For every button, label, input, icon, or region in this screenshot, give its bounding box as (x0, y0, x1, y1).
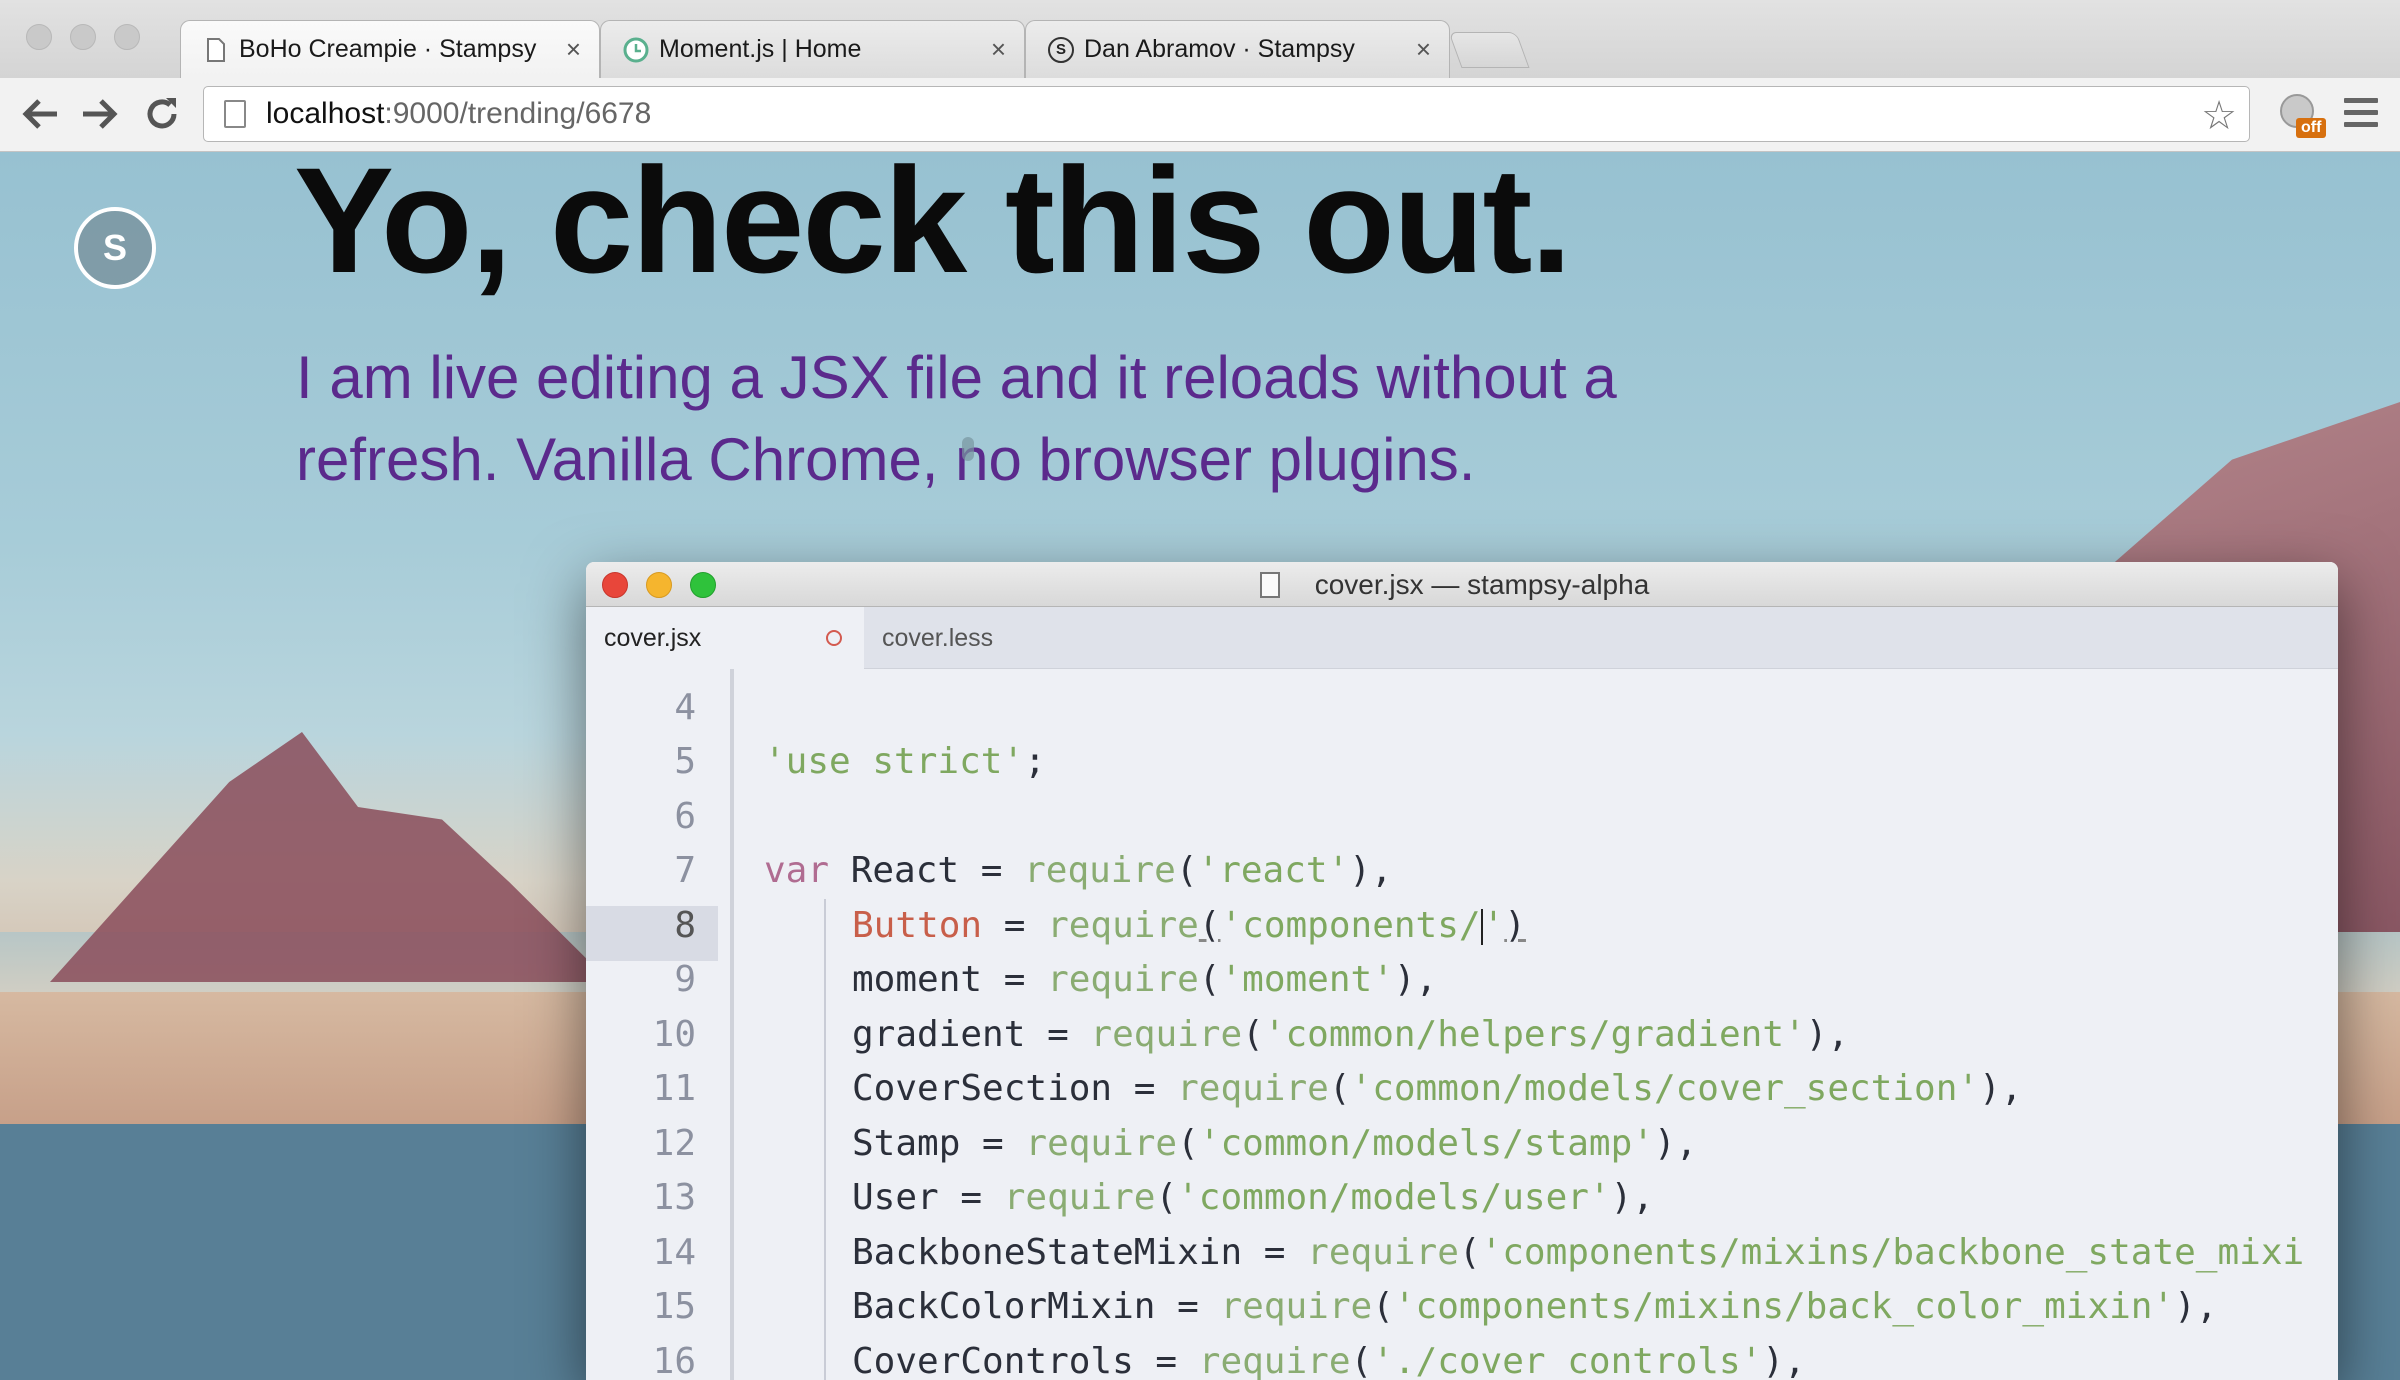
editor-window: cover.jsx — stampsy-alpha cover.jsx cove… (586, 562, 2338, 1380)
editor-tab-cover-jsx[interactable]: cover.jsx (586, 607, 864, 669)
rocks-image (50, 732, 610, 982)
line-number: 7 (674, 850, 696, 891)
tab-close-icon[interactable]: × (566, 34, 581, 65)
page-icon (224, 100, 246, 128)
new-tab-button[interactable] (1448, 32, 1530, 68)
code-line: var React = require('react'), (764, 850, 1393, 891)
line-number: 13 (652, 1177, 696, 1218)
line-number: 4 (674, 687, 696, 728)
code-line: BackboneStateMixin = require('components… (852, 1232, 2305, 1273)
gutter-separator (730, 669, 734, 1380)
line-number: 6 (674, 796, 696, 837)
url-text: localhost:9000/trending/6678 (266, 97, 651, 131)
clock-icon (623, 37, 649, 63)
code-line: gradient = require('common/helpers/gradi… (852, 1014, 1850, 1055)
code-line: moment = require('moment'), (852, 959, 1438, 1000)
browser-toolbar: localhost:9000/trending/6678 ☆ off (0, 78, 2400, 152)
url-host: localhost (266, 97, 385, 130)
stampsy-logo-letter: S (1055, 41, 1066, 58)
reload-icon[interactable] (140, 92, 184, 136)
tab-boho-creampie[interactable]: BoHo Creampie · Stampsy × (180, 20, 600, 78)
address-bar[interactable]: localhost:9000/trending/6678 ☆ (203, 86, 2250, 142)
cover-headline: Yo, check this out. (294, 152, 1572, 304)
hamburger-menu-icon[interactable] (2344, 98, 2378, 134)
extension-off-badge: off (2296, 118, 2327, 138)
tab-title: BoHo Creampie · Stampsy (239, 35, 537, 63)
editor-titlebar: cover.jsx — stampsy-alpha (586, 562, 2338, 607)
line-number: 10 (652, 1014, 696, 1055)
back-arrow-icon[interactable] (18, 92, 62, 136)
tab-close-icon[interactable]: × (1416, 34, 1431, 65)
url-path: :9000/trending/6678 (384, 97, 652, 130)
editor-tab-cover-less[interactable]: cover.less (864, 607, 1164, 669)
line-number: 16 (652, 1341, 696, 1380)
line-number: 5 (674, 741, 696, 782)
line-number: 8 (674, 905, 696, 946)
line-number: 12 (652, 1123, 696, 1164)
line-number: 14 (652, 1232, 696, 1273)
code-line-current: Button = require('components/') (852, 905, 1526, 946)
line-number: 15 (652, 1286, 696, 1327)
code-line: Stamp = require('common/models/stamp'), (852, 1123, 1698, 1164)
forward-arrow-icon[interactable] (78, 92, 122, 136)
tab-moment-js[interactable]: Moment.js | Home × (600, 20, 1025, 78)
logo-letter: S (102, 227, 127, 268)
indent-guide (824, 899, 826, 1380)
tab-title: Dan Abramov · Stampsy (1084, 35, 1355, 63)
tab-strip: BoHo Creampie · Stampsy × Moment.js | Ho… (0, 0, 2400, 78)
editor-tab-label: cover.jsx (604, 623, 702, 652)
mouse-cursor-icon (962, 437, 974, 461)
code-line: BackColorMixin = require('components/mix… (852, 1286, 2218, 1327)
window-close-button[interactable] (26, 24, 52, 50)
cover-subtext: I am live editing a JSX file and it relo… (296, 344, 1617, 493)
extension-icon[interactable]: off (2276, 90, 2327, 140)
line-number: 11 (652, 1068, 696, 1109)
stampsy-logo-icon: S (1048, 36, 1074, 63)
code-area[interactable]: 'use strict'; var React = require('react… (764, 669, 2338, 1380)
page-icon (203, 37, 229, 63)
editor-window-title: cover.jsx — stampsy-alpha (1314, 569, 1650, 600)
window-minimize-button[interactable] (70, 24, 96, 50)
code-line: 'use strict'; (764, 741, 1046, 782)
code-line: CoverControls = require('./cover_control… (852, 1341, 1806, 1380)
tab-title: Moment.js | Home (659, 35, 862, 63)
line-number: 9 (674, 959, 696, 1000)
editor-tab-bar: cover.jsx cover.less (586, 607, 2338, 669)
editor-tab-label: cover.less (882, 623, 994, 652)
tab-dan-abramov[interactable]: S Dan Abramov · Stampsy × (1025, 20, 1450, 78)
code-line: User = require('common/models/user'), (852, 1177, 1654, 1218)
tab-close-icon[interactable]: × (991, 34, 1006, 65)
window-zoom-button[interactable] (114, 24, 140, 50)
line-number-gutter: 4 5 6 7 8 9 10 11 12 13 14 15 16 (586, 669, 730, 1380)
stampsy-logo[interactable]: S (74, 207, 156, 289)
code-line: CoverSection = require('common/models/co… (852, 1068, 2023, 1109)
bookmark-star-icon[interactable]: ☆ (2201, 93, 2237, 139)
modified-dot-icon[interactable] (826, 630, 842, 646)
